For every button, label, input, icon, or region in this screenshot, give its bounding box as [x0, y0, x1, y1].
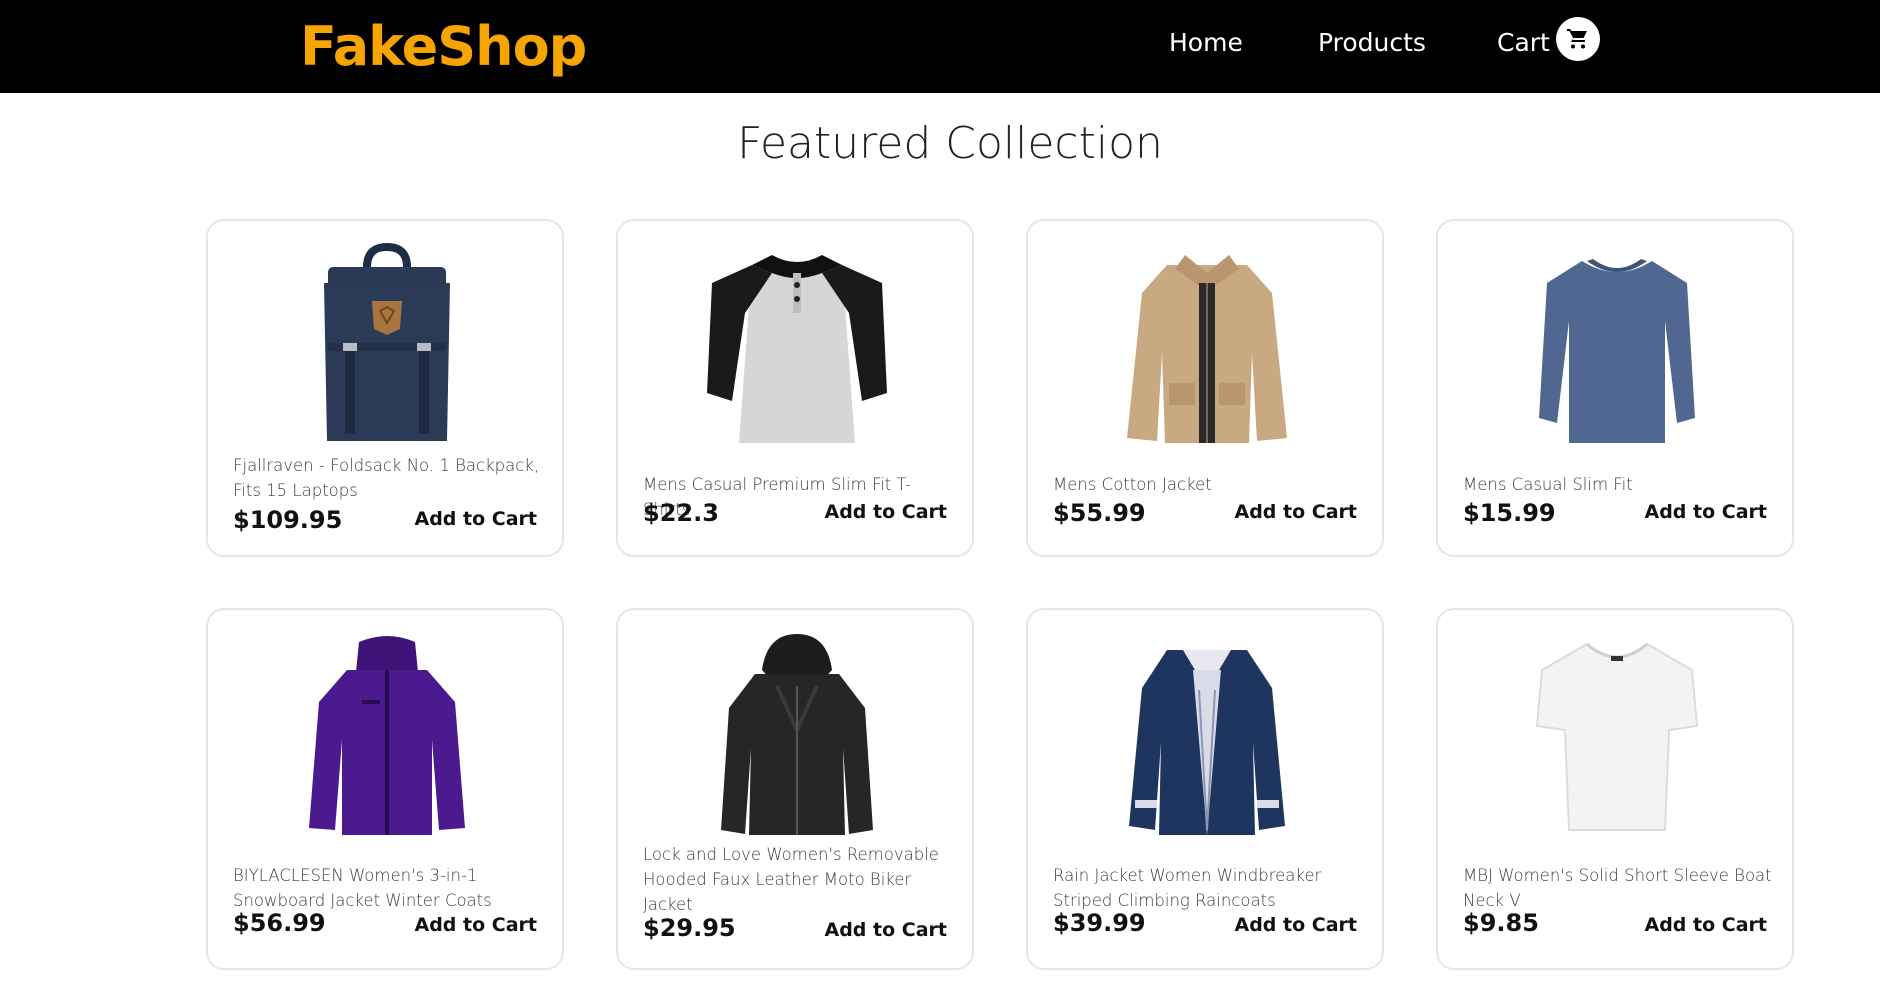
add-to-cart-button[interactable]: Add to Cart [1235, 501, 1358, 523]
product-title[interactable]: Mens Cotton Jacket [1053, 472, 1364, 497]
product-card[interactable]: Rain Jacket Women Windbreaker Striped Cl… [1026, 608, 1384, 970]
product-image[interactable] [697, 243, 897, 453]
nav-products-link[interactable]: Products [1318, 28, 1426, 57]
product-price: $15.99 [1463, 499, 1556, 527]
product-title[interactable]: Mens Casual Slim Fit [1463, 472, 1774, 497]
rain-jacket-image [1129, 650, 1285, 835]
add-to-cart-button[interactable]: Add to Cart [825, 919, 948, 941]
product-image[interactable] [697, 630, 897, 852]
product-price: $109.95 [233, 506, 343, 534]
product-title[interactable]: Rain Jacket Women Windbreaker Striped Cl… [1053, 863, 1364, 913]
brand-logo[interactable]: FakeShop [300, 15, 587, 78]
leather-jacket-image [721, 634, 873, 835]
snowboard-jacket-image [309, 636, 465, 835]
add-to-cart-button[interactable]: Add to Cart [825, 501, 948, 523]
product-price: $56.99 [233, 909, 326, 937]
product-title[interactable]: BIYLACLESEN Women's 3-in-1 Snowboard Jac… [233, 863, 544, 913]
product-title[interactable]: Fjallraven - Foldsack No. 1 Backpack, Fi… [233, 453, 544, 503]
product-price: $9.85 [1463, 909, 1539, 937]
raglan-tshirt-image [707, 255, 887, 443]
product-card[interactable]: Mens Cotton Jacket $55.99 Add to Cart [1026, 219, 1384, 557]
product-price: $55.99 [1053, 499, 1146, 527]
product-title[interactable]: MBJ Women's Solid Short Sleeve Boat Neck… [1463, 863, 1774, 913]
product-image[interactable] [287, 243, 487, 453]
product-card[interactable]: BIYLACLESEN Women's 3-in-1 Snowboard Jac… [206, 608, 564, 970]
cotton-jacket-image [1127, 255, 1287, 443]
cart-button[interactable] [1556, 17, 1600, 61]
add-to-cart-button[interactable]: Add to Cart [415, 508, 538, 530]
product-price: $22.3 [643, 499, 719, 527]
white-top-image [1535, 642, 1699, 831]
product-image[interactable] [1517, 243, 1717, 453]
product-card[interactable]: MBJ Women's Solid Short Sleeve Boat Neck… [1436, 608, 1794, 970]
product-price: $29.95 [643, 914, 736, 942]
add-to-cart-button[interactable]: Add to Cart [1235, 914, 1358, 936]
product-card[interactable]: Fjallraven - Foldsack No. 1 Backpack, Fi… [206, 219, 564, 557]
product-title[interactable]: Lock and Love Women's Removable Hooded F… [643, 842, 954, 917]
product-card[interactable]: Mens Casual Slim Fit $15.99 Add to Cart [1436, 219, 1794, 557]
add-to-cart-button[interactable]: Add to Cart [1645, 501, 1768, 523]
shopping-cart-icon [1567, 29, 1587, 49]
nav-cart-link[interactable]: Cart [1497, 28, 1550, 57]
add-to-cart-button[interactable]: Add to Cart [415, 914, 538, 936]
product-image[interactable] [1517, 630, 1717, 852]
product-image[interactable] [1107, 243, 1307, 453]
add-to-cart-button[interactable]: Add to Cart [1645, 914, 1768, 936]
navbar: FakeShop Home Products Cart [0, 0, 1880, 93]
product-price: $39.99 [1053, 909, 1146, 937]
product-card[interactable]: Lock and Love Women's Removable Hooded F… [616, 608, 974, 970]
product-image[interactable] [1107, 630, 1307, 852]
backpack-image [324, 243, 450, 441]
nav-home-link[interactable]: Home [1169, 28, 1243, 57]
long-sleeve-shirt-image [1539, 259, 1695, 443]
product-card[interactable]: Mens Casual Premium Slim Fit T-Shirts $2… [616, 219, 974, 557]
page-title: Featured Collection [737, 118, 1163, 169]
product-image[interactable] [287, 630, 487, 852]
